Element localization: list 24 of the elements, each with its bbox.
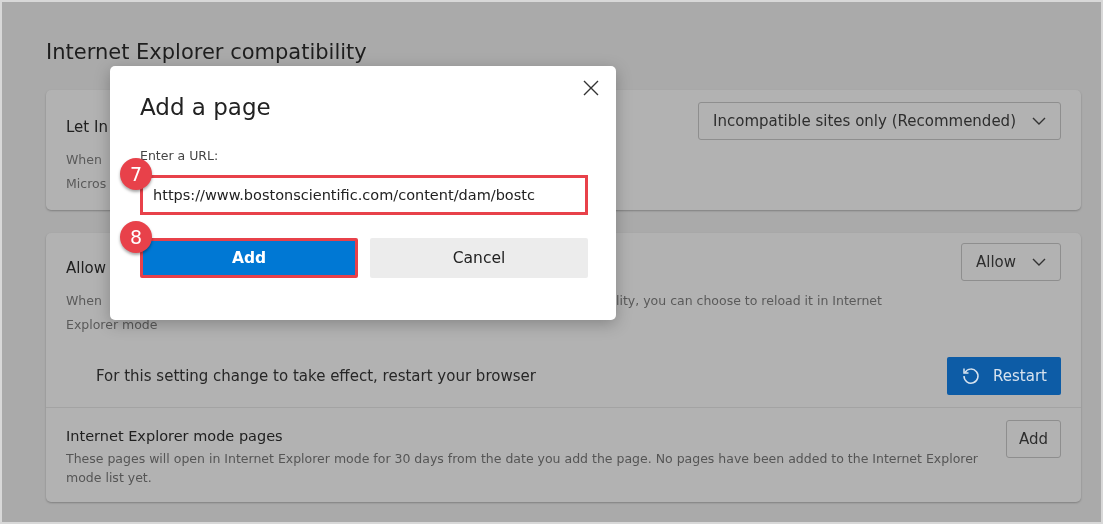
add-button[interactable]: Add <box>140 238 358 278</box>
setting-description: These pages will open in Internet Explorer mode for 30 days from the date you add the page. No pages have been added to the Internet Explorer mode list yet. <box>66 450 979 487</box>
setting-description: Explorer mode <box>66 317 158 332</box>
step-number-badge: 8 <box>120 221 152 253</box>
setting-description: Micros <box>66 176 107 191</box>
setting-title: Let In <box>66 118 108 136</box>
chevron-down-icon <box>1032 117 1046 125</box>
close-icon[interactable] <box>583 80 599 96</box>
restart-button[interactable]: Restart <box>947 357 1061 395</box>
restart-icon <box>961 366 982 386</box>
setting-title: Allow <box>66 259 107 277</box>
dropdown[interactable]: Allow <box>960 243 1061 281</box>
setting-description: lity, you can choose to reload it in Internet <box>616 293 882 308</box>
chevron-down-icon <box>1032 258 1046 266</box>
cancel-button[interactable]: Cancel <box>370 238 588 278</box>
setting-description: When <box>66 152 102 167</box>
dropdown[interactable]: Incompatible sites only (Recommended) <box>698 102 1061 140</box>
url-input-field[interactable]: https://www.bostonscientific.com/content/dam/bostc <box>140 175 588 215</box>
restart-notice: For this setting change to take effect, restart your browser <box>96 367 536 385</box>
setting-description: When <box>66 293 102 308</box>
page-title: Internet Explorer compatibility <box>46 40 368 64</box>
dialog-title: Add a page <box>140 94 272 120</box>
setting-title: Internet Explorer mode pages <box>66 428 284 444</box>
add-page-button[interactable]: Add <box>1005 420 1061 458</box>
